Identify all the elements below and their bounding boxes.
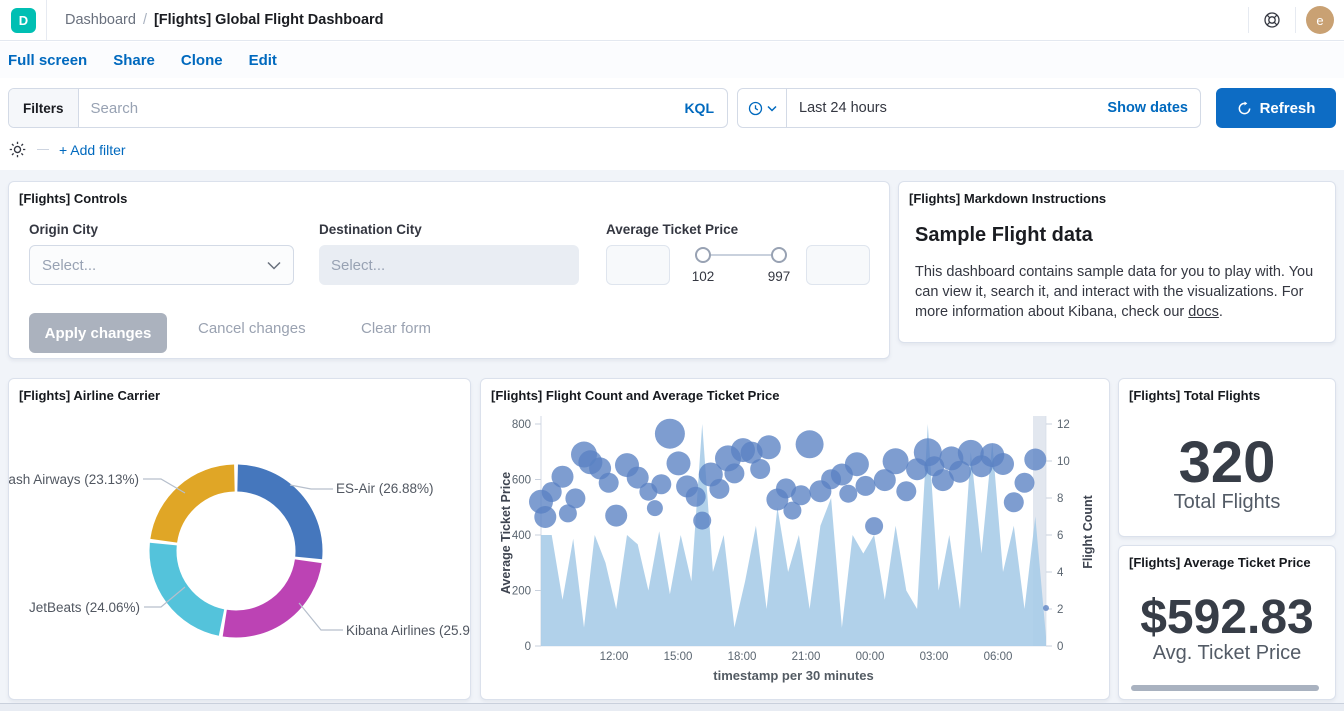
chevron-down-icon	[767, 105, 777, 112]
apply-changes-button[interactable]: Apply changes	[29, 313, 167, 353]
avg-ticket-price-label: Average Ticket Price	[606, 222, 738, 237]
right-axis-title: Flight Count	[1081, 487, 1095, 577]
destination-city-label: Destination City	[319, 222, 422, 237]
svg-text:10: 10	[1057, 456, 1070, 468]
filter-settings-gear-icon[interactable]	[8, 140, 27, 159]
breadcrumb-current: [Flights] Global Flight Dashboard	[154, 12, 384, 28]
next-row-panel-edge	[0, 703, 1344, 711]
time-picker: Last 24 hours Show dates	[737, 88, 1201, 128]
panel-flight-count-avg-price: [Flights] Flight Count and Average Ticke…	[480, 378, 1110, 700]
svg-text:800: 800	[512, 419, 531, 431]
flight-count-combo-chart[interactable]: 0 200 400 600 800 0 2 4 6 8 10 12 12:00 15:00 18:00 21:…	[481, 379, 1110, 700]
markdown-heading: Sample Flight data	[915, 224, 1093, 247]
svg-text:21:00: 21:00	[792, 651, 821, 663]
divider	[1295, 7, 1296, 33]
docs-link[interactable]: docs	[1188, 304, 1219, 320]
breadcrumb: Dashboard / [Flights] Global Flight Dash…	[65, 12, 384, 28]
user-avatar[interactable]: e	[1306, 6, 1334, 34]
origin-city-label: Origin City	[29, 222, 98, 237]
panel-total-flights: [Flights] Total Flights 320 Total Flight…	[1118, 378, 1336, 537]
query-bar: Filters KQL	[8, 88, 728, 128]
breadcrumb-dashboard[interactable]: Dashboard	[65, 12, 136, 28]
refresh-button[interactable]: Refresh	[1216, 88, 1336, 128]
panel-markdown-instructions: [Flights] Markdown Instructions Sample F…	[898, 181, 1336, 343]
filter-options-row: + Add filter	[8, 140, 126, 159]
svg-text:200: 200	[512, 586, 531, 598]
dashboard-app-icon[interactable]: D	[11, 8, 36, 33]
kql-language-button[interactable]: KQL	[684, 100, 727, 116]
divider	[46, 0, 47, 40]
full-screen-button[interactable]: Full screen	[8, 52, 87, 69]
panel-title: [Flights] Markdown Instructions	[899, 182, 1335, 206]
clear-form-button[interactable]: Clear form	[361, 320, 431, 337]
panel-title: [Flights] Controls	[9, 182, 889, 206]
dashboard-menu: Full screen Share Clone Edit	[0, 42, 1344, 78]
edit-button[interactable]: Edit	[249, 52, 277, 69]
svg-text:0: 0	[1057, 641, 1063, 653]
chevron-down-icon	[267, 261, 281, 270]
price-range-slider: 102 997	[681, 245, 799, 285]
price-min-input[interactable]	[606, 245, 670, 285]
panel-title: [Flights] Total Flights	[1119, 379, 1335, 403]
time-range-value[interactable]: Last 24 hours	[787, 100, 887, 116]
svg-text:00:00: 00:00	[856, 651, 885, 663]
slider-min-value: 102	[683, 269, 723, 284]
panel-average-ticket-price: [Flights] Average Ticket Price $592.83 A…	[1118, 545, 1336, 700]
filters-button[interactable]: Filters	[9, 89, 79, 127]
avg-ticket-price-label: Avg. Ticket Price	[1119, 642, 1335, 665]
markdown-body: This dashboard contains sample data for …	[915, 262, 1323, 322]
origin-city-select[interactable]: Select...	[29, 245, 294, 285]
total-flights-label: Total Flights	[1119, 491, 1335, 514]
slider-handle-min[interactable]	[695, 247, 711, 263]
slider-track[interactable]	[703, 254, 779, 256]
panel-airline-carrier: [Flights] Airline Carrier ES-Air (26.88%…	[8, 378, 471, 700]
x-axis-title: timestamp per 30 minutes	[541, 668, 1046, 683]
left-axis-title: Average Ticket Price	[499, 468, 513, 598]
cancel-changes-button[interactable]: Cancel changes	[198, 320, 306, 337]
svg-text:12:00: 12:00	[600, 651, 629, 663]
svg-text:15:00: 15:00	[664, 651, 693, 663]
donut-label-logstash: Logstash Airways (23.13%)	[8, 472, 139, 487]
divider	[37, 149, 49, 150]
help-icon[interactable]	[1249, 11, 1295, 29]
add-filter-button[interactable]: + Add filter	[59, 142, 126, 158]
svg-text:2: 2	[1057, 604, 1063, 616]
svg-text:600: 600	[512, 475, 531, 487]
svg-text:400: 400	[512, 530, 531, 542]
horizontal-scrollbar[interactable]	[1131, 685, 1319, 691]
avg-ticket-price-value: $592.83	[1119, 590, 1335, 645]
svg-text:0: 0	[525, 641, 531, 653]
svg-text:4: 4	[1057, 567, 1064, 579]
panel-title: [Flights] Average Ticket Price	[1119, 546, 1335, 570]
airline-carrier-donut-chart[interactable]	[9, 379, 471, 700]
share-button[interactable]: Share	[113, 52, 155, 69]
slider-handle-max[interactable]	[771, 247, 787, 263]
panel-flights-controls: [Flights] Controls Origin City Select...…	[8, 181, 890, 359]
donut-label-kibana-airlines: Kibana Airlines (25.94%)	[346, 623, 471, 638]
breadcrumb-separator: /	[143, 12, 147, 28]
search-input[interactable]	[79, 100, 685, 117]
time-picker-quick-menu-button[interactable]	[738, 89, 787, 127]
price-max-input[interactable]	[806, 245, 870, 285]
clone-button[interactable]: Clone	[181, 52, 223, 69]
total-flights-value: 320	[1119, 429, 1335, 496]
show-dates-button[interactable]: Show dates	[1107, 100, 1200, 116]
top-bar: D Dashboard / [Flights] Global Flight Da…	[0, 0, 1344, 41]
svg-text:18:00: 18:00	[728, 651, 757, 663]
donut-label-jetbeats: JetBeats (24.06%)	[29, 600, 140, 615]
svg-text:12: 12	[1057, 419, 1070, 431]
svg-text:03:00: 03:00	[920, 651, 949, 663]
donut-label-es-air: ES-Air (26.88%)	[336, 481, 434, 496]
svg-text:6: 6	[1057, 530, 1063, 542]
slider-max-value: 997	[759, 269, 799, 284]
clock-icon	[748, 101, 763, 116]
refresh-icon	[1237, 101, 1252, 116]
svg-text:06:00: 06:00	[984, 651, 1013, 663]
destination-city-select[interactable]: Select...	[319, 245, 579, 285]
svg-text:8: 8	[1057, 493, 1063, 505]
